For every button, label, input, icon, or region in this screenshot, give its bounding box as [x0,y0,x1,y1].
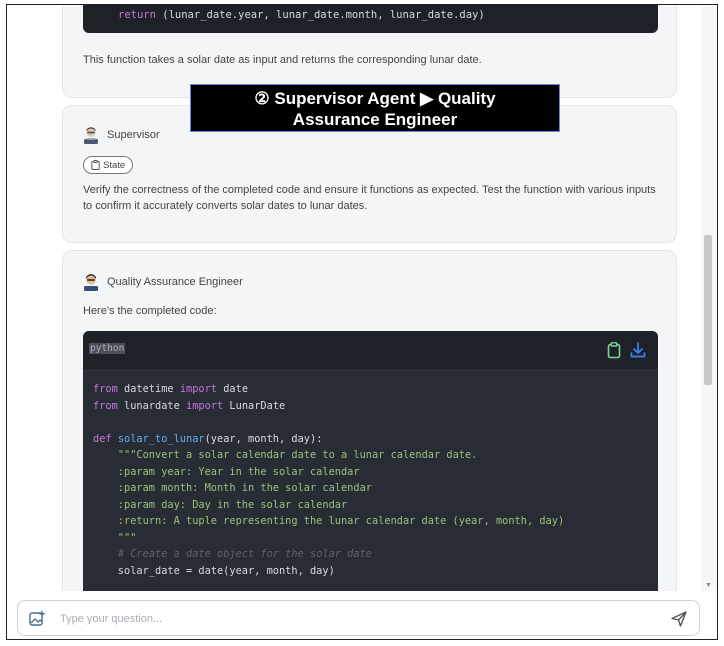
agent-header: Quality Assurance Engineer [83,273,243,291]
message-text: This function takes a solar date as inpu… [83,54,482,66]
code-token: date [217,383,249,395]
chat-window: return (lunar_date.year, lunar_date.mont… [6,4,718,640]
code-token: lunardate [117,399,187,412]
code-line: """ [93,530,564,547]
state-pill[interactable]: State [83,156,134,174]
question-input-bar [17,600,700,636]
question-input[interactable] [60,609,620,629]
code-line: # Create a date object for the solar dat… [93,546,564,563]
code-token: datetime [117,383,180,395]
code-token: solar_date = date(year, month, day) [93,564,335,577]
code-line: return (lunar_date.year, lunar_date.mont… [118,9,485,21]
code-line: def solar_to_lunar(year, month, day): [93,431,564,448]
code-content: from datetime import date from lunardate … [93,381,564,579]
code-token: :param day: Day in the solar calendar [93,498,348,511]
code-token: from [93,383,118,395]
code-token: :param year: Year in the solar calendar [93,465,360,478]
code-line: """Convert a solar calendar date to a lu… [93,447,564,464]
scrollbar[interactable]: ▼ [701,5,717,591]
code-token: :return: A tuple representing the lunar … [93,515,565,527]
code-line: from datetime import date [93,381,564,398]
code-token: LunarDate [223,399,286,412]
code-token: import [186,399,224,412]
clipboard-icon[interactable] [605,341,623,359]
code-block: python from datetime import date from lun… [83,331,658,591]
qa-engineer-avatar-icon [84,274,98,291]
code-line: :param day: Day in the solar calendar [93,497,564,514]
agent-header: Supervisor [83,126,160,144]
state-pill-label: State [103,159,126,171]
code-token: (lunar_date.year, lunar_date.month, luna… [155,9,485,21]
code-line: solar_date = date(year, month, day) [93,563,564,580]
code-token: solar_to_lunar [117,432,205,445]
image-upload-icon[interactable] [28,610,46,628]
clipboard-icon [91,160,100,170]
chat-scroll-area[interactable]: return (lunar_date.year, lunar_date.mont… [7,5,701,591]
banner-line: Assurance Engineer [292,110,458,129]
annotation-banner: ② Supervisor Agent ▶ Quality Assurance E… [190,84,560,132]
message-text: Here's the completed code: [83,305,217,317]
supervisor-avatar-icon [84,127,98,144]
code-token: import [179,383,218,395]
agent-name: Supervisor [107,129,160,141]
code-line: :param year: Year in the solar calendar [93,464,564,481]
scrollbar-thumb[interactable] [704,235,712,385]
code-token: from [93,399,118,412]
download-icon[interactable] [629,341,647,359]
code-token: # Create a date object for the solar dat… [117,548,372,560]
code-line: from lunardate import LunarDate [93,398,564,415]
code-token: :param month: Month in the solar calenda… [93,482,372,494]
code-line: :param month: Month in the solar calenda… [93,480,564,497]
previous-code-block: return (lunar_date.year, lunar_date.mont… [83,5,658,33]
code-token: return [118,9,156,21]
code-language-label: python [89,343,126,354]
qa-engineer-message-card: Quality Assurance Engineer Here's the co… [62,250,677,591]
send-icon[interactable] [670,610,688,628]
code-line: :return: A tuple representing the lunar … [93,513,564,530]
banner-line: ② Supervisor Agent ▶ Quality [254,89,496,108]
code-token: def [93,432,112,445]
message-text: Verify the correctness of the completed … [83,184,656,212]
code-token: """ [93,531,137,544]
code-token: """Convert a solar calendar date to a lu… [117,449,478,461]
code-block-header: python [83,331,658,369]
agent-name: Quality Assurance Engineer [107,276,243,288]
scroll-down-arrow-icon[interactable]: ▼ [705,582,712,589]
code-token: (year, month, day): [204,432,323,445]
